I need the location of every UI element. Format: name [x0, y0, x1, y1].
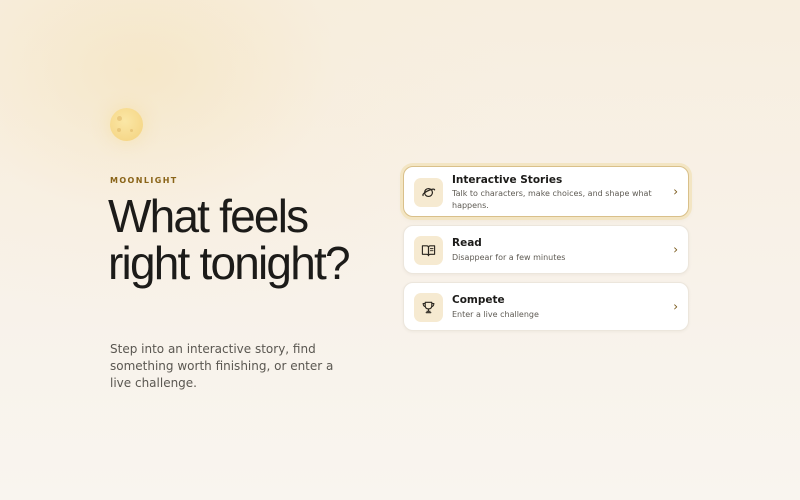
option-title: Read: [452, 237, 482, 249]
option-icon-tile: [414, 236, 443, 265]
book-icon: [421, 245, 436, 257]
option-icon-tile: [414, 178, 443, 207]
option-description: Talk to characters, make choices, and sh…: [452, 189, 652, 210]
option-card-interactive-stories[interactable]: Interactive Stories Talk to characters, …: [403, 166, 689, 217]
option-description: Disappear for a few minutes: [452, 253, 566, 262]
brand-eyebrow: MOONLIGHT: [110, 176, 178, 185]
option-card-compete[interactable]: Compete Enter a live challenge ›: [403, 282, 689, 331]
chevron-right-icon: ›: [673, 241, 678, 256]
chevron-right-icon: ›: [673, 183, 678, 198]
option-title: Interactive Stories: [452, 174, 563, 186]
option-title: Compete: [452, 294, 505, 306]
planet-icon: [422, 187, 436, 198]
trophy-icon: [422, 301, 435, 314]
chevron-right-icon: ›: [673, 298, 678, 313]
option-list: Interactive Stories Talk to characters, …: [403, 166, 689, 339]
moon-crater: [117, 128, 121, 132]
moon-icon: [110, 108, 143, 141]
option-card-read[interactable]: Read Disappear for a few minutes ›: [403, 225, 689, 274]
option-description: Enter a live challenge: [452, 310, 539, 319]
option-icon-tile: [414, 293, 443, 322]
page-subtitle: Step into an interactive story, find som…: [110, 342, 334, 390]
page-title: What feels right tonight?: [108, 190, 351, 289]
moon-crater: [130, 129, 133, 132]
moon-crater: [117, 116, 122, 121]
